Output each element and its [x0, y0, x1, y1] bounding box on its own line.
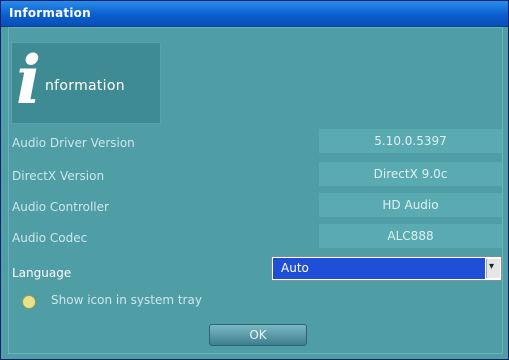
- language-dropdown-button[interactable]: ▾: [486, 259, 500, 278]
- audio-controller-label: Audio Controller: [12, 200, 109, 214]
- show-tray-icon-label[interactable]: Show icon in system tray: [51, 293, 202, 307]
- language-selected-value[interactable]: Auto: [273, 258, 485, 279]
- audio-controller-value: HD Audio: [319, 193, 502, 217]
- language-label: Language: [12, 266, 72, 280]
- information-logo: i nformation: [11, 42, 161, 124]
- chevron-down-icon: ▾: [489, 261, 495, 272]
- title-bar[interactable]: Information: [1, 1, 508, 27]
- window-title: Information: [9, 6, 91, 20]
- show-tray-icon-radio[interactable]: [22, 295, 36, 309]
- dialog-body: i nformation Audio Driver Version 5.10.0…: [8, 27, 503, 354]
- logo-letter-i: i: [16, 41, 42, 119]
- logo-word: nformation: [45, 78, 125, 94]
- audio-codec-label: Audio Codec: [12, 231, 88, 245]
- audio-driver-version-label: Audio Driver Version: [12, 136, 135, 150]
- audio-driver-version-value: 5.10.0.5397: [319, 129, 502, 153]
- directx-version-label: DirectX Version: [12, 169, 105, 183]
- audio-codec-value: ALC888: [319, 224, 502, 248]
- language-select[interactable]: Auto ▾: [271, 256, 502, 281]
- directx-version-value: DirectX 9.0c: [319, 162, 502, 186]
- information-dialog: Information i nformation Audio Driver Ve…: [0, 0, 509, 360]
- ok-button[interactable]: OK: [209, 324, 307, 346]
